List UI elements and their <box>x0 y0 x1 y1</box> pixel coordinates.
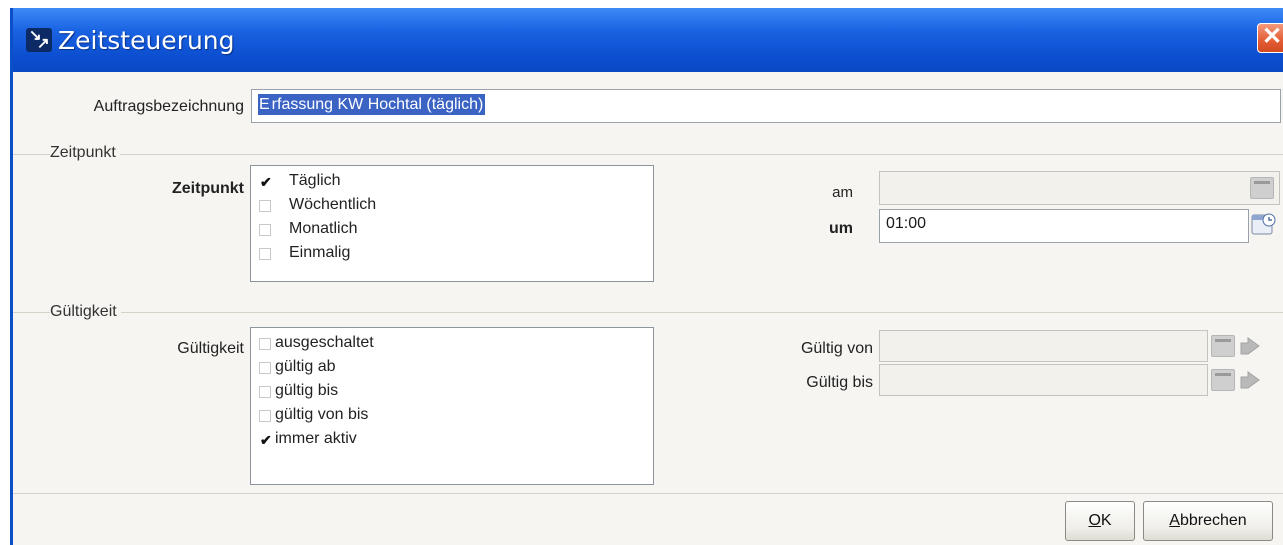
cancel-label-rest: bbrechen <box>1179 512 1247 529</box>
gueltigkeit-group-border <box>13 312 1283 313</box>
checkbox[interactable] <box>259 362 271 374</box>
checkmark-icon[interactable]: ✔ <box>259 175 272 189</box>
auftrag-input-selected-text: rfassung KW Hochtal (täglich) <box>269 94 486 115</box>
app-icon: ↘ ↗ <box>26 28 52 52</box>
gueltigkeit-option-label: gültig von bis <box>275 406 369 423</box>
gueltig-von-label: Gültig von <box>800 340 873 357</box>
auftrag-input[interactable]: Erfassung KW Hochtal (täglich) <box>251 89 1281 123</box>
zeitpunkt-option-label: Täglich <box>289 172 341 189</box>
window-title: Zeitsteuerung <box>58 26 235 55</box>
gueltigkeit-option-label: immer aktiv <box>275 430 357 447</box>
am-input[interactable] <box>879 171 1280 205</box>
clock-icon[interactable] <box>1251 212 1277 236</box>
gueltigkeit-option-gueltig-von-bis[interactable]: gültig von bis <box>251 406 653 430</box>
title-bar[interactable]: ↘ ↗ Zeitsteuerung ✕ <box>13 8 1283 72</box>
cancel-mnemonic: A <box>1169 512 1180 529</box>
zeitpunkt-option-label: Monatlich <box>289 220 358 237</box>
ok-mnemonic: O <box>1088 512 1101 529</box>
dialog-content: Auftragsbezeichnung Erfassung KW Hochtal… <box>13 72 1283 545</box>
gueltig-bis-input[interactable] <box>879 364 1208 396</box>
zeitpunkt-option-monatlich[interactable]: Monatlich <box>251 220 653 244</box>
am-label: am <box>832 184 853 201</box>
gueltigkeit-field-label: Gültigkeit <box>177 340 244 357</box>
checkbox[interactable] <box>259 248 271 260</box>
gueltig-bis-label: Gültig bis <box>806 374 873 391</box>
gueltigkeit-option-label: gültig bis <box>275 382 339 399</box>
um-input[interactable]: 01:00 <box>879 209 1249 243</box>
auftrag-label: Auftragsbezeichnung <box>93 98 244 115</box>
calendar-icon[interactable] <box>1211 335 1235 357</box>
gueltigkeit-listbox[interactable]: ausgeschaltet gültig ab gültig bis gülti… <box>250 327 654 485</box>
calendar-icon[interactable] <box>1250 177 1274 199</box>
arrow-icon[interactable] <box>1238 368 1262 390</box>
dialog-window: ↘ ↗ Zeitsteuerung ✕ Auftragsbezeichnung E… <box>10 8 1283 545</box>
arrow-icon[interactable] <box>1238 334 1262 356</box>
zeitpunkt-group-title: Zeitpunkt <box>50 144 120 162</box>
gueltigkeit-option-ausgeschaltet[interactable]: ausgeschaltet <box>251 334 653 358</box>
um-label: um <box>829 220 853 237</box>
checkmark-icon[interactable]: ✔ <box>259 433 272 447</box>
button-area-divider <box>13 493 1283 494</box>
checkbox[interactable] <box>259 200 271 212</box>
checkbox[interactable] <box>259 386 271 398</box>
cancel-button[interactable]: Abbrechen <box>1143 501 1273 541</box>
gueltigkeit-option-gueltig-bis[interactable]: gültig bis <box>251 382 653 406</box>
zeitpunkt-option-label: Wöchentlich <box>289 196 377 213</box>
gueltigkeit-option-immer-aktiv[interactable]: ✔ immer aktiv <box>251 430 653 454</box>
zeitpunkt-group-border <box>13 154 1283 155</box>
gueltigkeit-option-gueltig-ab[interactable]: gültig ab <box>251 358 653 382</box>
checkbox[interactable] <box>259 338 271 350</box>
gueltigkeit-group-title: Gültigkeit <box>50 303 121 321</box>
zeitpunkt-option-taeglich[interactable]: ✔ Täglich <box>251 172 653 196</box>
zeitpunkt-option-label: Einmalig <box>289 244 351 261</box>
zeitpunkt-field-label: Zeitpunkt <box>172 180 244 197</box>
calendar-icon[interactable] <box>1211 369 1235 391</box>
auftrag-input-cursor-text: E <box>258 94 270 115</box>
ok-label-rest: K <box>1100 512 1112 529</box>
checkbox[interactable] <box>259 224 271 236</box>
checkbox[interactable] <box>259 410 271 422</box>
zeitpunkt-option-einmalig[interactable]: Einmalig <box>251 244 653 268</box>
gueltigkeit-option-label: gültig ab <box>275 358 336 375</box>
gueltig-von-input[interactable] <box>879 330 1208 362</box>
zeitpunkt-option-woechentlich[interactable]: Wöchentlich <box>251 196 653 220</box>
close-icon[interactable]: ✕ <box>1257 23 1283 53</box>
zeitpunkt-listbox[interactable]: ✔ Täglich Wöchentlich Monatlich Einmalig <box>250 165 654 282</box>
gueltigkeit-option-label: ausgeschaltet <box>275 334 374 351</box>
ok-button[interactable]: OK <box>1065 501 1135 541</box>
